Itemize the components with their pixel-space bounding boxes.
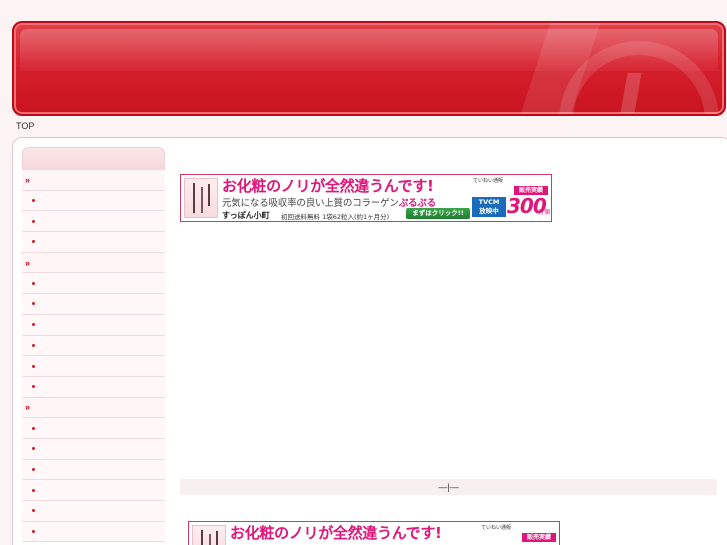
sidebar-link-item[interactable] <box>22 376 165 398</box>
sidebar-link-item[interactable] <box>22 232 165 253</box>
sidebar-link-item[interactable] <box>22 418 165 439</box>
sidebar-link-item[interactable] <box>22 521 165 543</box>
ad-banner[interactable]: お化粧のノリが全然違うんです! 元気になる吸収率の良い上質のコラーゲンぷるぷる … <box>180 174 552 222</box>
chevron-double-right-icon: ›› <box>25 174 30 185</box>
sidebar-link-item[interactable] <box>22 335 165 357</box>
product-package-image <box>184 178 218 218</box>
ad-sold-badge: 販売実績 <box>522 533 556 542</box>
sidebar-link-item[interactable] <box>22 501 165 522</box>
sidebar-link-item[interactable] <box>22 314 165 336</box>
bullet-icon <box>32 385 35 389</box>
ad-tvcm-badge: TVCM 放映中 <box>472 197 506 217</box>
bullet-icon <box>32 199 35 203</box>
sidebar-link-item[interactable] <box>22 190 165 212</box>
ad-brand-name: すっぽん小町 <box>222 211 270 220</box>
sidebar-link-item[interactable] <box>22 211 165 233</box>
bullet-icon <box>32 240 35 244</box>
ad-banner-bottom[interactable]: お化粧のノリが全然違うんです! ていねい通販 販売実績 <box>188 521 560 545</box>
bullet-icon <box>32 426 35 430</box>
breadcrumb-top-link[interactable]: TOP <box>16 121 34 131</box>
bullet-icon <box>32 343 35 347</box>
ad-headline: お化粧のノリが全然違うんです! <box>230 524 442 542</box>
chevron-double-right-icon: ›› <box>25 257 30 268</box>
sidebar-link-item[interactable] <box>22 273 165 295</box>
bullet-icon <box>32 447 35 451</box>
sidebar-link-item[interactable] <box>22 480 165 501</box>
bullet-icon <box>32 509 35 513</box>
sidebar-nav: ›› ›› ›› <box>22 147 165 545</box>
header-banner <box>12 21 726 116</box>
sidebar-section-header[interactable]: ›› <box>22 170 165 191</box>
sidebar-link-item[interactable] <box>22 438 165 460</box>
ad-headline: お化粧のノリが全然違うんです! <box>222 177 434 195</box>
sidebar-link-item[interactable] <box>22 294 165 315</box>
bullet-icon <box>32 219 35 223</box>
sidebar-header <box>22 147 165 170</box>
bullet-icon <box>32 488 35 492</box>
bullet-icon <box>32 467 35 471</box>
ad-cta-button[interactable]: まずはクリック!! <box>406 208 470 219</box>
bullet-icon <box>32 302 35 306</box>
ad-subtext: 元気になる吸収率の良い上質のコラーゲンぷるぷる <box>222 198 436 209</box>
pager-strip: —|— <box>180 479 717 495</box>
ad-sales-unit: 万個 <box>538 209 551 216</box>
ad-shop-name: ていねい通販 <box>481 525 512 531</box>
chevron-double-right-icon: ›› <box>25 402 30 413</box>
ad-shop-name: ていねい通販 <box>473 178 504 184</box>
sidebar-link-item[interactable] <box>22 459 165 481</box>
bullet-icon <box>32 530 35 534</box>
sidebar-link-item[interactable] <box>22 356 165 377</box>
bullet-icon <box>32 323 35 327</box>
bullet-icon <box>32 364 35 368</box>
ad-info: 初回送料無料 1袋62粒入(約1ヶ月分) <box>281 213 390 221</box>
sidebar-section-header[interactable]: ›› <box>22 252 165 274</box>
product-package-image <box>192 525 226 545</box>
sidebar-section-header[interactable]: ›› <box>22 397 165 419</box>
bullet-icon <box>32 281 35 285</box>
